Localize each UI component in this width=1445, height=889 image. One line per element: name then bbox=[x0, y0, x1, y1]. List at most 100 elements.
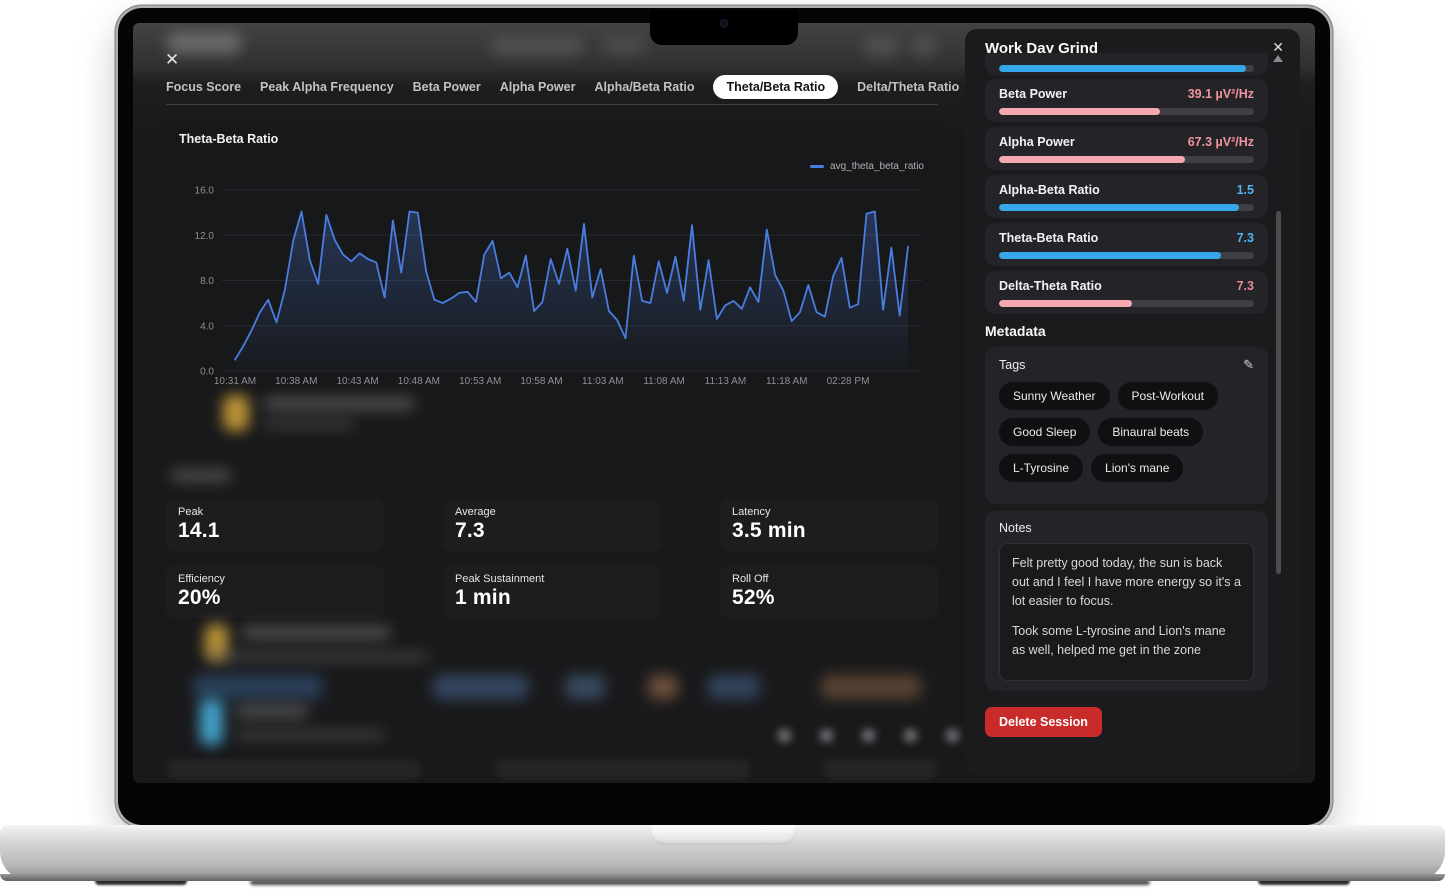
metric-card-theta-beta-ratio: Theta-Beta Ratio 7.3 bbox=[985, 223, 1268, 266]
metric-label: Beta Power bbox=[999, 87, 1067, 101]
stat-label: Efficiency bbox=[178, 573, 372, 585]
notes-paragraph: Felt pretty good today, the sun is back … bbox=[1012, 554, 1241, 610]
blurred-text-line bbox=[263, 419, 355, 429]
metric-bar-track bbox=[999, 65, 1254, 72]
stat-card-latency: Latency 3.5 min bbox=[720, 499, 938, 551]
metadata-heading: Metadata bbox=[985, 323, 1046, 339]
notes-textarea[interactable]: Felt pretty good today, the sun is back … bbox=[999, 543, 1254, 681]
tab-delta-theta-ratio[interactable]: Delta/Theta Ratio bbox=[857, 75, 959, 99]
tag-pill: L-Tyrosine bbox=[999, 454, 1083, 482]
tag-pill: Lion's mane bbox=[1091, 454, 1183, 482]
blurred-chart-strip bbox=[648, 675, 678, 699]
sidebar-scrollbar[interactable] bbox=[1276, 211, 1281, 574]
svg-text:11:08 AM: 11:08 AM bbox=[643, 376, 685, 387]
stat-label: Peak Sustainment bbox=[455, 573, 649, 585]
svg-text:10:38 AM: 10:38 AM bbox=[275, 376, 317, 387]
close-icon[interactable]: ✕ bbox=[165, 51, 179, 68]
theta-beta-chart-svg: 0.04.08.012.016.010:31 AM10:38 AM10:43 A… bbox=[166, 119, 938, 394]
svg-text:0.0: 0.0 bbox=[200, 367, 214, 378]
desktop-background: ✕ Focus Score Peak Alpha Frequency Beta … bbox=[0, 0, 1445, 889]
scroll-up-arrow-icon[interactable] bbox=[1273, 55, 1283, 62]
blurred-chart-strip bbox=[708, 675, 760, 699]
metric-bar-fill bbox=[999, 156, 1185, 163]
tab-alpha-beta-ratio[interactable]: Alpha/Beta Ratio bbox=[594, 75, 694, 99]
theta-beta-chart-card: Theta-Beta Ratio avg_theta_beta_ratio 0.… bbox=[166, 119, 938, 394]
stat-card-peak: Peak 14.1 bbox=[166, 499, 384, 551]
metric-label: Alpha-Beta Ratio bbox=[999, 183, 1100, 197]
tab-peak-alpha-frequency[interactable]: Peak Alpha Frequency bbox=[260, 75, 394, 99]
svg-text:11:18 AM: 11:18 AM bbox=[766, 376, 808, 387]
blurred-text-line bbox=[209, 651, 429, 662]
svg-text:8.0: 8.0 bbox=[200, 276, 214, 287]
blurred-bottom-tile bbox=[823, 759, 938, 779]
metric-bar-fill bbox=[999, 108, 1160, 115]
laptop-screen: ✕ Focus Score Peak Alpha Frequency Beta … bbox=[118, 8, 1330, 825]
blurred-chart-strip bbox=[433, 675, 528, 699]
blurred-bottom-tile bbox=[495, 759, 750, 779]
stat-value: 7.3 bbox=[455, 519, 649, 543]
stat-card-efficiency: Efficiency 20% bbox=[166, 566, 384, 618]
notes-paragraph: Took some L-tyrosine and Lion's mane as … bbox=[1012, 622, 1241, 660]
svg-text:02:28 PM: 02:28 PM bbox=[827, 376, 870, 387]
blurred-section-label bbox=[170, 469, 232, 482]
laptop-lid-notch bbox=[650, 825, 796, 845]
screen-notch bbox=[650, 10, 798, 45]
blurred-text-line bbox=[235, 729, 385, 740]
svg-text:10:43 AM: 10:43 AM bbox=[336, 376, 378, 387]
metric-label: Alpha Power bbox=[999, 135, 1075, 149]
edit-tags-icon[interactable]: ✎ bbox=[1243, 357, 1254, 373]
svg-text:12.0: 12.0 bbox=[195, 231, 215, 242]
blurred-text-line bbox=[263, 397, 415, 410]
svg-text:10:31 AM: 10:31 AM bbox=[214, 376, 256, 387]
tags-card: Tags ✎ Sunny Weather Post-Workout Good S… bbox=[985, 347, 1268, 504]
sidebar-close-icon[interactable]: ✕ bbox=[1272, 39, 1284, 56]
tab-beta-power[interactable]: Beta Power bbox=[413, 75, 481, 99]
tab-theta-beta-ratio[interactable]: Theta/Beta Ratio bbox=[713, 75, 838, 99]
tag-pills: Sunny Weather Post-Workout Good Sleep Bi… bbox=[999, 382, 1254, 482]
metric-value: 7.3 bbox=[1237, 279, 1254, 293]
delete-session-button[interactable]: Delete Session bbox=[985, 707, 1102, 737]
tab-alpha-power[interactable]: Alpha Power bbox=[500, 75, 576, 99]
tags-label: Tags bbox=[999, 358, 1025, 372]
metric-bar-fill bbox=[999, 204, 1239, 211]
svg-text:10:48 AM: 10:48 AM bbox=[398, 376, 440, 387]
metric-label: Theta-Beta Ratio bbox=[999, 231, 1098, 245]
tag-pill: Sunny Weather bbox=[999, 382, 1110, 410]
metric-bar-fill bbox=[999, 65, 1246, 72]
laptop-base bbox=[0, 825, 1445, 881]
stat-card-roll-off: Roll Off 52% bbox=[720, 566, 938, 618]
stat-value: 14.1 bbox=[178, 519, 372, 543]
svg-text:4.0: 4.0 bbox=[200, 321, 214, 332]
svg-text:11:13 AM: 11:13 AM bbox=[705, 376, 747, 387]
stat-card-average: Average 7.3 bbox=[443, 499, 661, 551]
blurred-bottom-tile bbox=[166, 759, 421, 779]
tag-pill: Binaural beats bbox=[1098, 418, 1203, 446]
stat-label: Average bbox=[455, 506, 649, 518]
blurred-chart-strip bbox=[821, 675, 921, 699]
laptop-base-edge bbox=[0, 874, 1445, 881]
blurred-text-line bbox=[235, 705, 309, 718]
notes-label: Notes bbox=[999, 521, 1254, 535]
metric-bar-track bbox=[999, 108, 1254, 115]
tab-focus-score[interactable]: Focus Score bbox=[166, 75, 241, 99]
stats-grid: Peak 14.1 Average 7.3 Latency 3.5 min Ef… bbox=[166, 499, 938, 618]
metric-card-alpha-power: Alpha Power 67.3 µV²/Hz bbox=[985, 127, 1268, 170]
svg-text:11:03 AM: 11:03 AM bbox=[582, 376, 624, 387]
metric-bar-fill bbox=[999, 252, 1221, 259]
tag-pill: Good Sleep bbox=[999, 418, 1090, 446]
session-detail-panel: ✕ Focus Score Peak Alpha Frequency Beta … bbox=[133, 23, 955, 783]
blurred-action-dots bbox=[778, 729, 959, 742]
blurred-text-line bbox=[241, 626, 391, 639]
metric-value: 7.3 bbox=[1237, 231, 1254, 245]
metric-tabs: Focus Score Peak Alpha Frequency Beta Po… bbox=[166, 75, 959, 99]
metric-bar-fill bbox=[999, 300, 1132, 307]
metric-value: 67.3 µV²/Hz bbox=[1188, 135, 1254, 149]
metric-label: Delta-Theta Ratio bbox=[999, 279, 1102, 293]
tag-pill: Post-Workout bbox=[1118, 382, 1218, 410]
metric-value: 1.5 bbox=[1237, 183, 1254, 197]
session-sidebar: Work Day Grind ✕ Beta Power 39.1 µV²/Hz bbox=[965, 29, 1300, 774]
metric-bar-track bbox=[999, 156, 1254, 163]
metric-card-alpha-beta-ratio: Alpha-Beta Ratio 1.5 bbox=[985, 175, 1268, 218]
blurred-session-icon bbox=[200, 699, 223, 745]
webcam-icon bbox=[720, 19, 729, 28]
